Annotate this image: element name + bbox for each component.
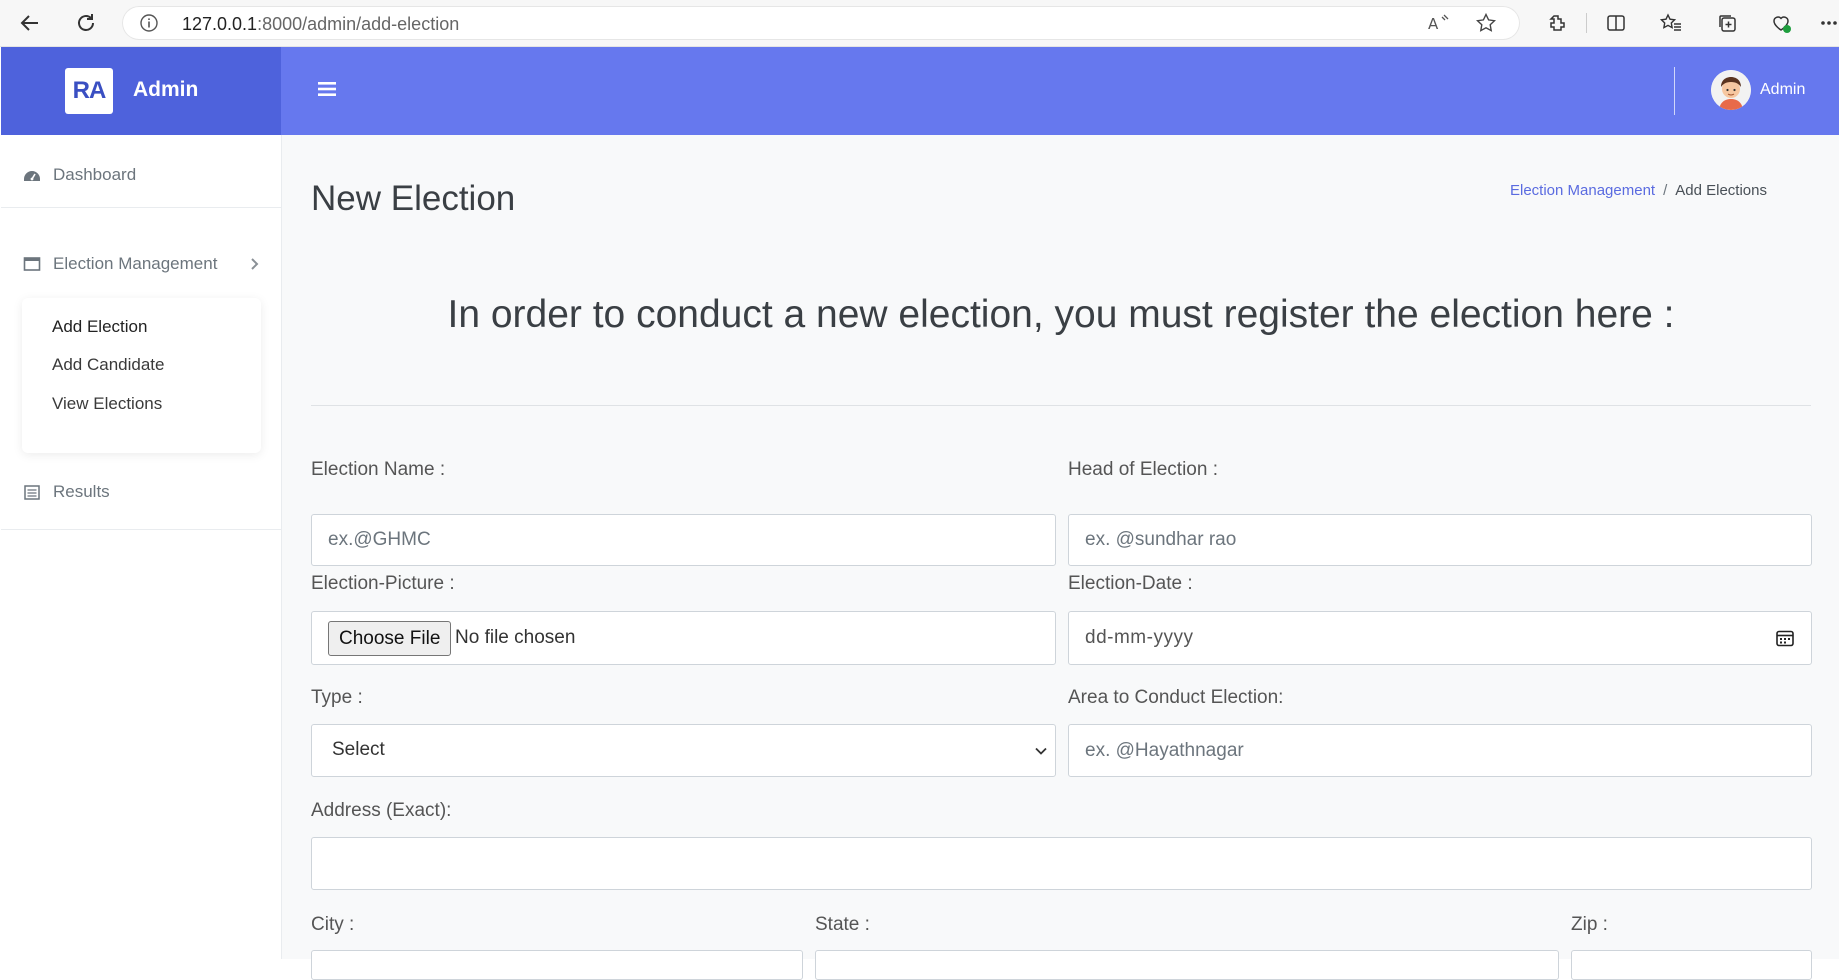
calendar-icon (23, 483, 41, 501)
address-input[interactable] (311, 837, 1812, 890)
sidebar-divider (1, 529, 281, 530)
breadcrumb-separator: / (1663, 182, 1668, 199)
breadcrumb: Election Management / Add Elections (1510, 182, 1767, 199)
election-picture-label: Election-Picture : (311, 573, 455, 594)
divider (311, 405, 1811, 406)
area-input[interactable] (1068, 724, 1812, 777)
sidebar-item-dashboard[interactable]: Dashboard (1, 135, 281, 215)
url-host: 127.0.0.1 (182, 14, 258, 34)
favorites-icon[interactable] (1657, 9, 1685, 37)
brand-name[interactable]: Admin (133, 78, 198, 102)
zip-label: Zip : (1571, 914, 1608, 935)
sidebar-item-label: Results (53, 482, 110, 501)
election-date-input[interactable]: dd-mm-yyyy (1068, 611, 1812, 665)
city-label: City : (311, 914, 355, 935)
submenu-item-add-candidate[interactable]: Add Candidate (52, 355, 164, 375)
toolbar-divider (1586, 13, 1587, 33)
calendar-picker-icon[interactable] (1775, 628, 1795, 648)
browser-essentials-icon[interactable] (1767, 9, 1795, 37)
read-aloud-icon[interactable]: A (1428, 14, 1449, 33)
svg-text:A: A (1428, 15, 1439, 32)
election-date-label: Election-Date : (1068, 573, 1193, 594)
head-of-election-label: Head of Election : (1068, 459, 1218, 480)
sidebar-item-label: Dashboard (53, 165, 137, 184)
sidebar-item-election-management[interactable]: Election Management (1, 247, 281, 281)
file-status: No file chosen (455, 627, 576, 648)
url-text: 127.0.0.1:8000/admin/add-election (182, 14, 459, 35)
sidebar: Dashboard Election Management Add Electi… (1, 135, 282, 959)
election-picture-file-input[interactable]: Choose File No file chosen (311, 611, 1056, 665)
collections-icon[interactable] (1713, 9, 1741, 37)
state-label: State : (815, 914, 870, 935)
submenu-item-view-elections[interactable]: View Elections (52, 394, 162, 414)
split-screen-icon[interactable] (1602, 9, 1630, 37)
election-name-input[interactable] (311, 514, 1056, 566)
submenu-item-add-election[interactable]: Add Election (52, 317, 147, 337)
sidebar-divider (1, 207, 281, 208)
type-label: Type : (311, 687, 363, 708)
breadcrumb-current: Add Elections (1675, 182, 1767, 199)
info-icon[interactable] (140, 14, 158, 32)
logo-text: RA (72, 77, 107, 104)
avatar[interactable] (1711, 70, 1751, 110)
date-placeholder: dd-mm-yyyy (1085, 627, 1194, 648)
window-icon (23, 255, 41, 273)
chevron-right-icon (247, 256, 261, 270)
brand-area: RA Admin (1, 47, 281, 135)
hamburger-menu-icon[interactable] (317, 79, 337, 99)
topbar-divider (1674, 67, 1675, 115)
back-icon[interactable] (16, 9, 44, 37)
reload-icon[interactable] (72, 9, 100, 37)
area-label: Area to Conduct Election: (1068, 687, 1284, 708)
user-name[interactable]: Admin (1760, 81, 1805, 99)
more-options-icon[interactable] (1820, 9, 1838, 37)
type-selected-value: Select (332, 739, 385, 760)
chevron-down-icon (1033, 743, 1049, 759)
extensions-icon[interactable] (1543, 9, 1571, 37)
state-input[interactable] (815, 950, 1559, 980)
browser-toolbar: 127.0.0.1:8000/admin/add-election A (0, 0, 1839, 47)
page-title: New Election (311, 179, 516, 218)
logo[interactable]: RA (65, 68, 113, 114)
choose-file-button[interactable]: Choose File (328, 621, 452, 656)
dashboard-icon (23, 166, 41, 184)
favorite-star-icon[interactable] (1475, 12, 1497, 33)
url-path: :8000/admin/add-election (257, 14, 460, 34)
address-bar[interactable]: 127.0.0.1:8000/admin/add-election A (122, 6, 1520, 40)
intro-heading: In order to conduct a new election, you … (447, 293, 1675, 336)
top-navbar: Admin (281, 47, 1839, 135)
city-input[interactable] (311, 950, 803, 980)
sidebar-item-label: Election Management (53, 254, 218, 273)
election-name-label: Election Name : (311, 459, 446, 480)
head-of-election-input[interactable] (1068, 514, 1812, 566)
main-content: New Election Election Management / Add Ele… (282, 135, 1839, 980)
breadcrumb-link-election-management[interactable]: Election Management (1510, 182, 1655, 199)
zip-input[interactable] (1571, 950, 1812, 980)
sidebar-item-results[interactable]: Results (1, 475, 281, 509)
election-management-submenu: Add Election Add Candidate View Election… (22, 298, 261, 453)
type-select[interactable]: Select (311, 724, 1056, 777)
address-label: Address (Exact): (311, 800, 452, 821)
